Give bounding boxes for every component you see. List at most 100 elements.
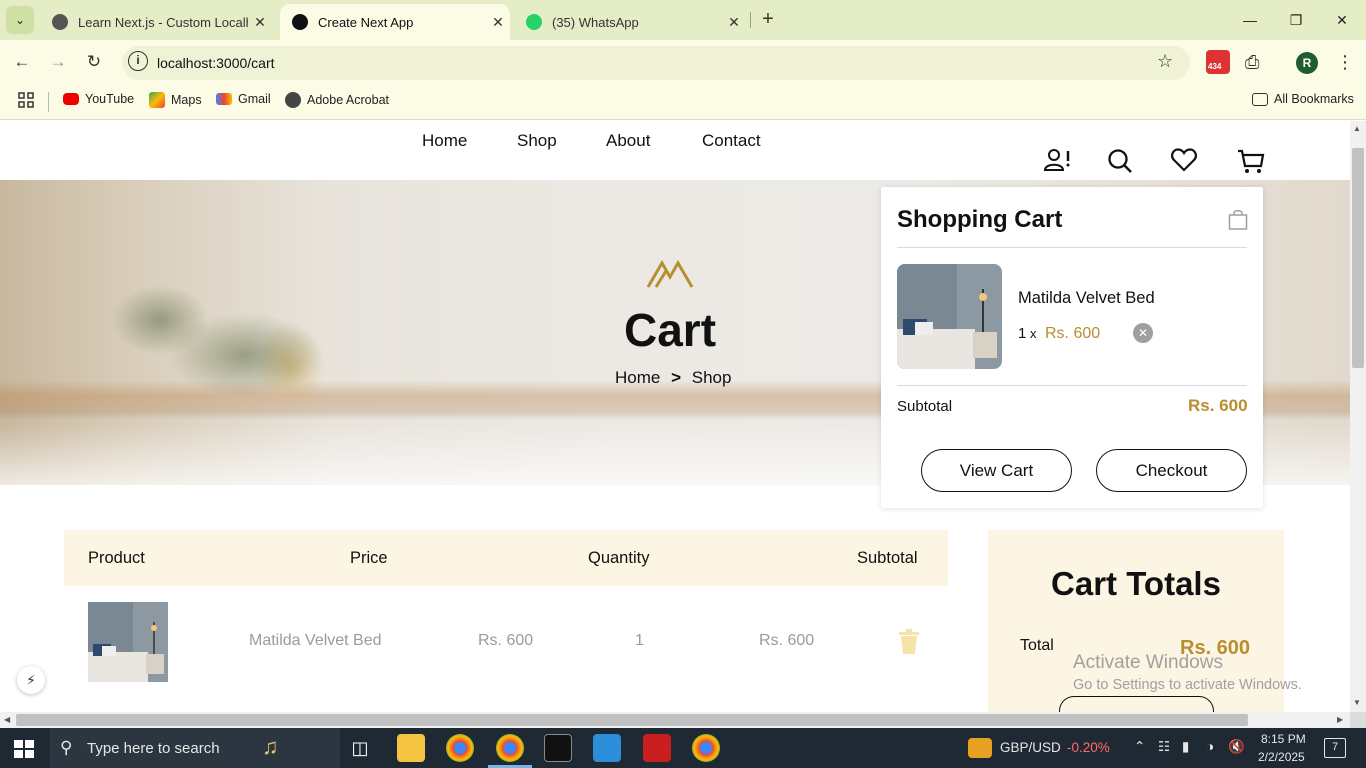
header-subtotal: Subtotal bbox=[857, 549, 918, 567]
file-explorer-icon[interactable] bbox=[397, 734, 425, 762]
scroll-down-arrow-icon[interactable]: ▼ bbox=[1353, 698, 1361, 707]
taskbar-search-placeholder[interactable]: Type here to search bbox=[87, 740, 220, 757]
tab-title: Learn Next.js - Custom Localhost bbox=[78, 14, 248, 30]
bookmark-label: YouTube bbox=[85, 92, 135, 106]
total-label: Total bbox=[1020, 637, 1054, 654]
checkout-button[interactable]: Checkout bbox=[1096, 449, 1247, 492]
restore-button[interactable]: ❐ bbox=[1284, 8, 1308, 32]
all-bookmarks-label: All Bookmarks bbox=[1274, 92, 1354, 106]
scroll-up-arrow-icon[interactable]: ▲ bbox=[1353, 124, 1361, 133]
nav-home[interactable]: Home bbox=[422, 131, 467, 151]
bookmark-youtube[interactable]: YouTube bbox=[63, 92, 134, 106]
nav-about[interactable]: About bbox=[606, 131, 650, 151]
terminal-icon[interactable] bbox=[544, 734, 572, 762]
row-price: Rs. 600 bbox=[478, 632, 534, 649]
nextjs-icon bbox=[52, 14, 68, 30]
profile-avatar[interactable]: R bbox=[1296, 52, 1318, 74]
activate-windows-subtitle: Go to Settings to activate Windows. bbox=[1073, 677, 1302, 693]
chevron-down-icon: ⌄ bbox=[14, 13, 26, 27]
show-hidden-icons[interactable]: ⌃ bbox=[1134, 739, 1145, 755]
address-url[interactable]: localhost:3000/cart bbox=[157, 55, 275, 71]
tab-create-next-app[interactable]: Create Next App ✕ bbox=[280, 4, 510, 40]
ticker-symbol[interactable]: GBP/USD bbox=[1000, 740, 1061, 755]
nextjs-icon bbox=[292, 14, 308, 30]
meet-now-icon[interactable]: ☷ bbox=[1158, 739, 1170, 755]
product-thumbnail bbox=[88, 602, 168, 682]
checkout-totals-button[interactable] bbox=[1059, 696, 1214, 712]
minimize-button[interactable]: — bbox=[1238, 8, 1262, 32]
back-button[interactable]: ← bbox=[10, 50, 34, 74]
volume-muted-icon[interactable]: 🔇 bbox=[1228, 739, 1245, 755]
scroll-left-arrow-icon[interactable]: ◀ bbox=[4, 715, 10, 724]
bookmark-maps[interactable]: Maps bbox=[149, 92, 202, 108]
close-window-button[interactable]: ✕ bbox=[1330, 8, 1354, 32]
cart-icon[interactable] bbox=[1237, 148, 1265, 174]
bookmarks-bar bbox=[0, 85, 1366, 120]
youtube-icon bbox=[63, 93, 79, 105]
cart-totals-title: Cart Totals bbox=[1051, 565, 1221, 602]
vscode-icon[interactable] bbox=[593, 734, 621, 762]
chrome-icon[interactable] bbox=[446, 734, 474, 762]
brand-logo-icon bbox=[646, 260, 694, 288]
windows-start-icon[interactable] bbox=[14, 740, 34, 758]
scroll-corner bbox=[1350, 712, 1366, 728]
close-tab-icon[interactable]: ✕ bbox=[248, 14, 272, 31]
new-tab-button[interactable]: + bbox=[756, 8, 780, 32]
bookmark-label: Maps bbox=[171, 93, 202, 107]
search-icon[interactable] bbox=[1107, 148, 1133, 174]
web-page: Home Shop About Contact Cart Home > Shop… bbox=[0, 121, 1350, 712]
view-cart-button[interactable]: View Cart bbox=[921, 449, 1072, 492]
bookmark-gmail[interactable]: Gmail bbox=[216, 92, 271, 106]
tab-learn-nextjs[interactable]: Learn Next.js - Custom Localhost ✕ bbox=[40, 4, 272, 40]
bookmark-star-icon[interactable]: ☆ bbox=[1157, 51, 1173, 72]
extensions-puzzle-icon[interactable]: ⎙ bbox=[1245, 52, 1259, 73]
notification-center-icon[interactable]: 7 bbox=[1324, 738, 1346, 758]
chrome-secondary-icon[interactable] bbox=[692, 734, 720, 762]
clock-time[interactable]: 8:15 PM bbox=[1261, 732, 1306, 746]
tab-whatsapp[interactable]: (35) WhatsApp ✕ bbox=[514, 4, 746, 40]
address-bar[interactable] bbox=[122, 46, 1190, 80]
vertical-scroll-thumb[interactable] bbox=[1352, 148, 1364, 368]
folder-icon bbox=[1252, 92, 1268, 106]
wifi-icon[interactable]: ◑ bbox=[1206, 739, 1214, 754]
row-product-name: Matilda Velvet Bed bbox=[249, 632, 382, 649]
close-tab-icon[interactable]: ✕ bbox=[486, 14, 510, 31]
clock-date[interactable]: 2/2/2025 bbox=[1258, 750, 1305, 764]
cart-table-header bbox=[64, 530, 948, 586]
extension-icon[interactable]: 434 bbox=[1206, 50, 1230, 74]
task-view-icon[interactable]: ◫ bbox=[346, 734, 374, 762]
divider bbox=[897, 385, 1247, 386]
subtotal-value: Rs. 600 bbox=[1188, 396, 1248, 415]
row-quantity[interactable]: 1 bbox=[635, 632, 644, 650]
tab-title: Create Next App bbox=[318, 14, 414, 30]
apps-grid-icon[interactable] bbox=[18, 92, 34, 108]
tab-search-menu-button[interactable]: ⌄ bbox=[6, 6, 34, 34]
music-gramophone-icon[interactable]: ♫ bbox=[262, 734, 290, 762]
nav-contact[interactable]: Contact bbox=[702, 131, 761, 151]
heart-icon[interactable] bbox=[1171, 148, 1197, 172]
all-bookmarks[interactable]: All Bookmarks bbox=[1252, 92, 1354, 106]
scroll-right-arrow-icon[interactable]: ▶ bbox=[1337, 715, 1343, 724]
delete-trash-icon[interactable] bbox=[898, 629, 920, 655]
breadcrumb-current: Shop bbox=[691, 368, 732, 387]
nextjs-dev-indicator-icon[interactable]: ⚡ bbox=[17, 666, 45, 694]
reload-button[interactable]: ↻ bbox=[82, 50, 106, 74]
bookmark-adobe-acrobat[interactable]: Adobe Acrobat bbox=[285, 92, 389, 108]
close-cart-bag-icon[interactable] bbox=[1228, 209, 1248, 231]
adobe-acrobat-icon[interactable] bbox=[643, 734, 671, 762]
battery-icon[interactable]: ▮ bbox=[1182, 739, 1189, 755]
nav-shop[interactable]: Shop bbox=[517, 131, 557, 151]
site-info-icon[interactable]: i bbox=[128, 51, 148, 71]
close-tab-icon[interactable]: ✕ bbox=[722, 14, 746, 31]
chrome-profile-icon[interactable] bbox=[496, 734, 524, 762]
gmail-icon bbox=[216, 93, 232, 105]
browser-menu-icon[interactable]: ⋮ bbox=[1336, 52, 1354, 73]
breadcrumb-home[interactable]: Home bbox=[615, 368, 660, 387]
bookmark-label: Adobe Acrobat bbox=[307, 93, 390, 107]
forward-button[interactable]: → bbox=[46, 50, 70, 74]
user-alert-icon[interactable] bbox=[1043, 148, 1071, 172]
divider bbox=[897, 247, 1247, 248]
globe-icon bbox=[285, 92, 301, 108]
row-subtotal: Rs. 600 bbox=[759, 632, 815, 649]
horizontal-scroll-thumb[interactable] bbox=[16, 714, 1248, 726]
